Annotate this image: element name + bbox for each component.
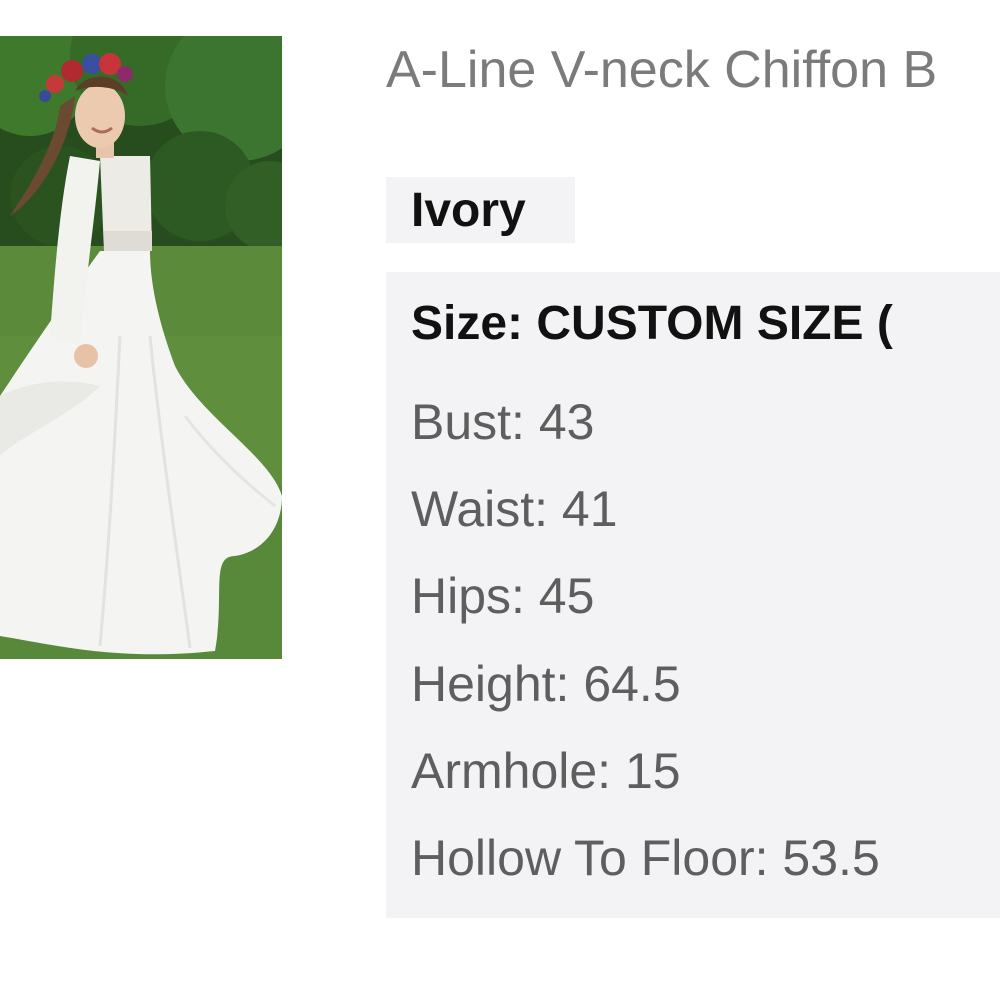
color-option-selected[interactable]: Ivory <box>386 177 575 243</box>
product-title: A-Line V-neck Chiffon B <box>386 41 938 99</box>
measurement-armhole: Armhole: 15 <box>411 743 681 799</box>
product-detail-page: A-Line V-neck Chiffon B Ivory Size: CUST… <box>0 0 1000 1000</box>
measurement-hollow-to-floor: Hollow To Floor: 53.5 <box>411 830 880 886</box>
measurement-hips: Hips: 45 <box>411 568 595 624</box>
product-photo-illustration <box>0 36 282 659</box>
measurement-waist: Waist: 41 <box>411 481 618 537</box>
measurement-bust: Bust: 43 <box>411 394 595 450</box>
product-image[interactable] <box>0 36 282 659</box>
measurement-height: Height: 64.5 <box>411 656 681 712</box>
size-heading: Size: CUSTOM SIZE ( <box>411 297 893 350</box>
size-details-panel: Size: CUSTOM SIZE ( Bust: 43 Waist: 41 H… <box>386 272 1000 918</box>
color-option-label: Ivory <box>411 184 526 237</box>
